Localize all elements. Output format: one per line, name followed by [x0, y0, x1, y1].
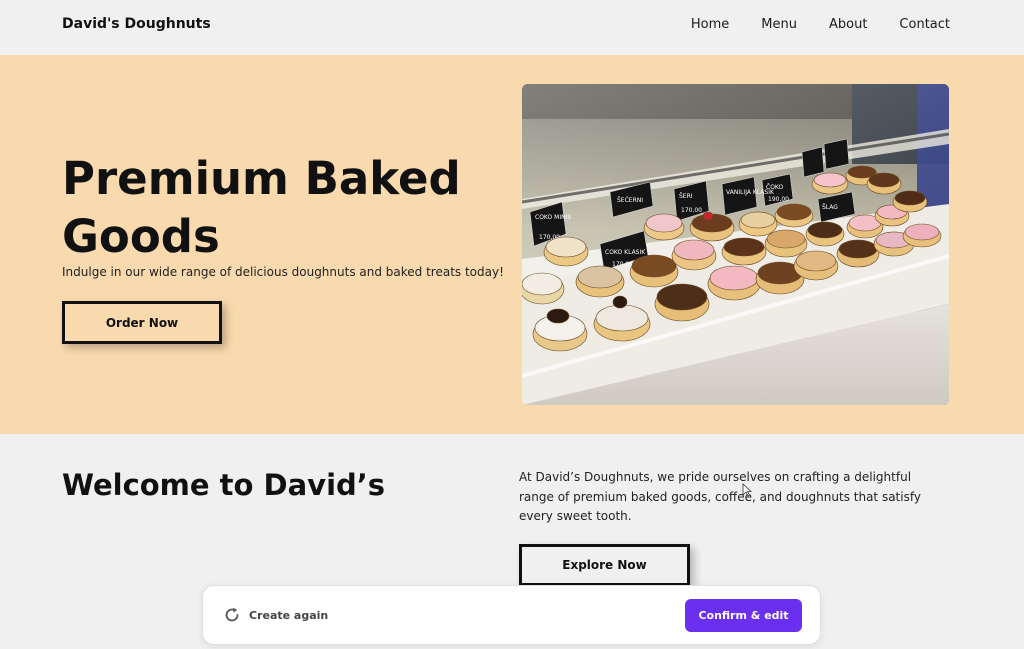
confirm-edit-button[interactable]: Confirm & edit [685, 599, 802, 632]
svg-text:ČOKO: ČOKO [766, 184, 784, 191]
welcome-text: At David’s Doughnuts, we pride ourselves… [519, 470, 921, 523]
refresh-icon [225, 607, 239, 622]
hero-image-doughnut-display: COKO MINIS 170,00 COKO KLASIK 170,00 ŠEĆ… [522, 84, 949, 405]
create-again-button[interactable]: Create again [223, 606, 328, 624]
nav-link-menu[interactable]: Menu [761, 17, 797, 32]
generation-action-bar: Create again Confirm & edit [202, 585, 821, 645]
svg-text:190,00: 190,00 [768, 196, 789, 203]
nav-link-home[interactable]: Home [691, 17, 729, 32]
top-nav: David's Doughnuts Home Menu About Contac… [0, 0, 1024, 55]
svg-text:ŠEĆERNI: ŠEĆERNI [617, 197, 643, 204]
nav-link-about[interactable]: About [829, 17, 867, 32]
hero-section: Premium Baked Goods Indulge in our wide … [0, 55, 1024, 434]
nav-link-contact[interactable]: Contact [899, 17, 950, 32]
svg-text:COKO MINIS: COKO MINIS [535, 214, 571, 221]
svg-text:COKO KLASIK: COKO KLASIK [605, 249, 646, 256]
hero-title: Premium Baked Goods [62, 152, 461, 263]
svg-text:ŠERI: ŠERI [679, 193, 693, 200]
brand-name[interactable]: David's Doughnuts [62, 16, 211, 32]
svg-text:170,00: 170,00 [612, 261, 633, 268]
svg-text:ŠLAG: ŠLAG [822, 204, 838, 211]
welcome-title: Welcome to David’s [62, 468, 386, 502]
explore-now-button[interactable]: Explore Now [519, 544, 690, 586]
svg-text:170,00: 170,00 [681, 207, 702, 214]
nav-links: Home Menu About Contact [691, 17, 950, 32]
hero-subtitle: Indulge in our wide range of delicious d… [62, 265, 504, 279]
create-again-label: Create again [249, 608, 329, 622]
mouse-cursor-icon [742, 483, 752, 497]
order-now-button[interactable]: Order Now [62, 301, 222, 344]
